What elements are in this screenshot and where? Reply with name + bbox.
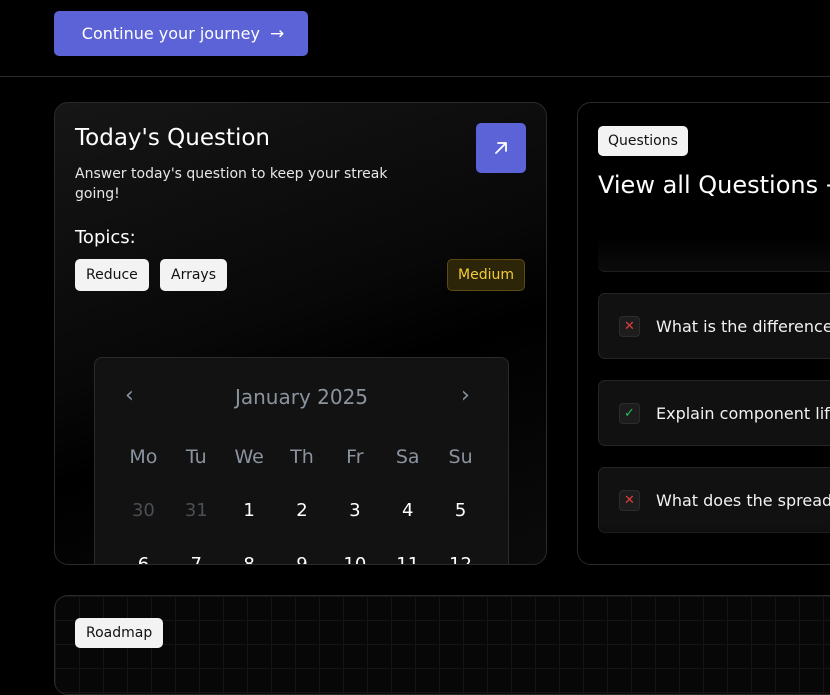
weekday-header: Su	[448, 446, 473, 468]
todays-question-card: Today's Question Answer today's question…	[54, 102, 547, 565]
weekday-header: Fr	[346, 446, 364, 468]
questions-card: Questions View all Questions → ✕ What is …	[577, 102, 830, 565]
calendar-day[interactable]: 4	[381, 500, 434, 554]
continue-journey-label: Continue your journey	[81, 24, 260, 43]
todays-question-title: Today's Question	[75, 125, 271, 151]
weekday-header: Sa	[395, 446, 420, 468]
calendar-day[interactable]: 5	[434, 500, 487, 554]
topic-chip-reduce[interactable]: Reduce	[75, 259, 149, 291]
question-item[interactable]: ✕ What is the difference	[598, 293, 830, 359]
arrow-up-right-icon	[495, 142, 507, 154]
roadmap-badge: Roadmap	[75, 618, 164, 648]
chevron-right-icon[interactable]: ›	[461, 383, 470, 408]
calendar-day[interactable]: 7	[170, 554, 223, 564]
question-item[interactable]: ✓ Explain component life	[598, 380, 830, 446]
continue-journey-button[interactable]: Continue your journey →	[54, 11, 308, 56]
calendar-day[interactable]: 1	[223, 500, 276, 554]
list-fade	[578, 524, 830, 564]
arrow-right-icon: →	[269, 23, 285, 44]
difficulty-badge: Medium	[447, 259, 525, 291]
weekday-header: Th	[290, 446, 314, 468]
calendar-day[interactable]: 31	[170, 500, 223, 554]
open-question-button[interactable]	[476, 123, 526, 173]
x-icon: ✕	[619, 315, 640, 337]
header-divider	[0, 76, 830, 77]
calendar-day[interactable]: 3	[328, 500, 381, 554]
topics-label: Topics:	[75, 227, 136, 248]
question-text: What is the difference	[656, 316, 830, 336]
calendar-month-label: January 2025	[234, 385, 369, 409]
weekday-header: We	[234, 446, 264, 468]
calendar-day[interactable]: 11	[381, 554, 434, 564]
topic-chip-arrays[interactable]: Arrays	[160, 259, 228, 291]
calendar-day[interactable]: 10	[328, 554, 381, 564]
calendar-day[interactable]: 12	[434, 554, 487, 564]
calendar-day[interactable]: 8	[223, 554, 276, 564]
calendar-grid: Mo Tu We Th Fr Sa Su 30 31 1 2 3 4 5 6 7 8 9 10 11 12	[117, 446, 487, 564]
calendar-day[interactable]: 30	[117, 500, 170, 554]
x-icon: ✕	[619, 489, 640, 511]
question-text: Explain component life	[656, 403, 830, 423]
view-all-questions-link[interactable]: View all Questions →	[598, 171, 830, 199]
weekday-header: Tu	[185, 446, 207, 468]
calendar-day[interactable]: 2	[276, 500, 329, 554]
question-text: What does the spread	[656, 490, 830, 510]
weekday-header: Mo	[129, 446, 158, 468]
check-icon: ✓	[619, 402, 640, 424]
todays-question-subtitle: Answer today's question to keep your str…	[75, 166, 388, 202]
faded-question-item	[598, 213, 830, 272]
questions-badge: Questions	[598, 126, 688, 156]
calendar-day[interactable]: 6	[117, 554, 170, 564]
calendar: ‹ January 2025 › Mo Tu We Th Fr Sa Su 30 31 1 2 3 4 5…	[94, 357, 509, 564]
calendar-day[interactable]: 9	[276, 554, 329, 564]
roadmap-card: Roadmap	[54, 595, 830, 695]
